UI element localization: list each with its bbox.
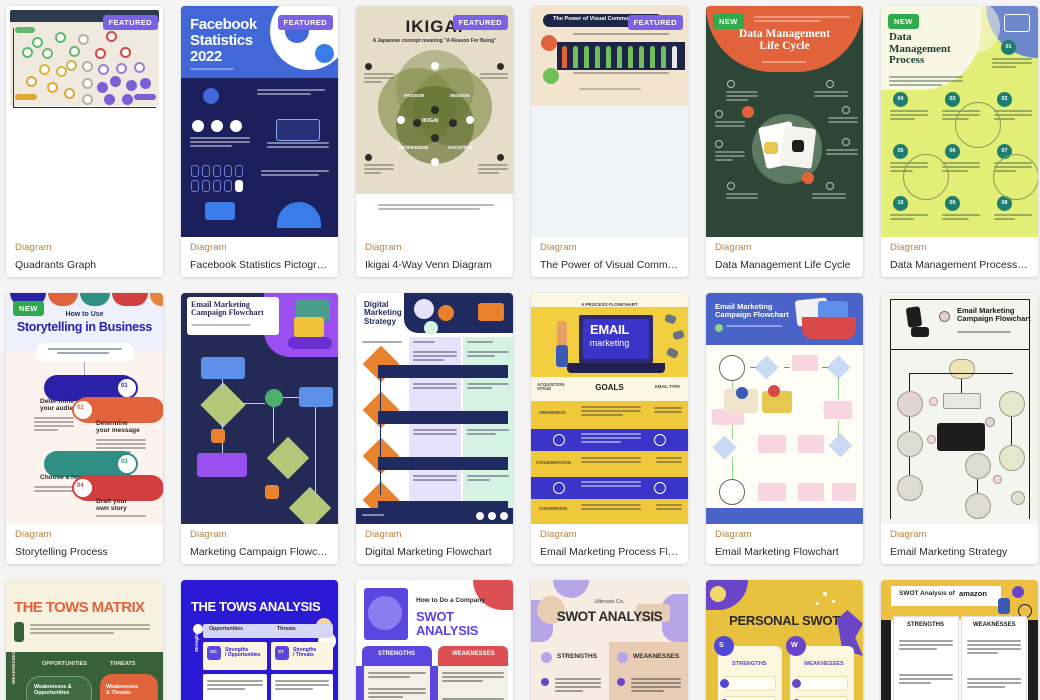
card-category[interactable]: Diagram (365, 528, 504, 542)
card-thumbnail[interactable]: A PROCESS FLOWCHART EMAIL marketing GOAL… (531, 293, 688, 524)
card-thumbnail[interactable]: Ultimate Co. SWOT ANALYSIS STRENGTHS WEA… (531, 580, 688, 700)
template-card[interactable]: Data Management Life Cycle NEW Diagram D… (706, 6, 863, 277)
template-card[interactable]: Email Marketing Campaign Flowchart Diagr… (181, 293, 338, 564)
card-meta: Diagram Ikigai 4-Way Venn Diagram (356, 237, 513, 277)
card-category[interactable]: Diagram (190, 241, 329, 255)
card-title[interactable]: Facebook Statistics Pictogram (190, 257, 329, 273)
card-thumbnail[interactable]: PERSONAL SWOT S W STRENGTHS WEAKNESSES (706, 580, 863, 700)
template-card[interactable]: How to Do a Company SWOT ANALYSIS STRENG… (356, 580, 513, 700)
template-card[interactable]: How to Use Storytelling in Business 01 D… (6, 293, 163, 564)
featured-badge: FEATURED (277, 15, 333, 30)
card-title[interactable]: Email Marketing Flowchart (715, 544, 854, 560)
card-thumbnail[interactable]: THE TOWS ANALYSIS Opportunities Threats … (181, 580, 338, 700)
card-meta: Diagram Data Management Life Cycle (706, 237, 863, 277)
card-title[interactable]: Email Marketing Strategy (890, 544, 1029, 560)
card-meta: Diagram Email Marketing Strategy (881, 524, 1038, 564)
card-meta: Diagram Storytelling Process (6, 524, 163, 564)
template-card[interactable]: Ultimate Co. SWOT ANALYSIS STRENGTHS WEA… (531, 580, 688, 700)
card-thumbnail[interactable]: Data Management Process 01 04 03 02 05 06 … (881, 6, 1038, 237)
card-category[interactable]: Diagram (540, 241, 679, 255)
card-category[interactable]: Diagram (890, 528, 1029, 542)
template-card[interactable]: THE TOWS MATRIX OPPORTUNITIES THREATS WE… (6, 580, 163, 700)
card-category[interactable]: Diagram (715, 528, 854, 542)
card-category[interactable]: Diagram (190, 528, 329, 542)
featured-badge: FEATURED (452, 15, 508, 30)
card-meta: Diagram Quadrants Graph (6, 237, 163, 277)
card-title[interactable]: Marketing Campaign Flowchart (190, 544, 329, 560)
card-meta: Diagram Facebook Statistics Pictogram (181, 237, 338, 277)
template-card[interactable]: Facebook Statistics 2022 FEATURED Diagra… (181, 6, 338, 277)
card-thumbnail[interactable]: SWOT Analysis of amazon STRENGTHS WEAKNE… (881, 580, 1038, 700)
card-thumbnail[interactable]: Email Marketing Campaign Flowchart (706, 293, 863, 524)
new-badge: NEW (888, 14, 919, 29)
card-thumbnail[interactable]: Facebook Statistics 2022 FEATURED (181, 6, 338, 237)
template-card[interactable]: THE TOWS ANALYSIS Opportunities Threats … (181, 580, 338, 700)
template-card[interactable]: A PROCESS FLOWCHART EMAIL marketing GOAL… (531, 293, 688, 564)
card-title[interactable]: Email Marketing Process Flowc… (540, 544, 679, 560)
card-category[interactable]: Diagram (715, 241, 854, 255)
card-thumbnail[interactable]: Email Marketing Campaign Flowchart (181, 293, 338, 524)
template-card[interactable]: FEATURED Diagram Quadrants Graph (6, 6, 163, 277)
card-thumbnail[interactable]: How to Use Storytelling in Business 01 D… (6, 293, 163, 524)
template-card[interactable]: The Power of Visual Communication FEATUR… (531, 6, 688, 277)
card-title[interactable]: Quadrants Graph (15, 257, 154, 273)
card-category[interactable]: Diagram (15, 241, 154, 255)
card-thumbnail[interactable]: The Power of Visual Communication FEATUR… (531, 6, 688, 237)
card-title[interactable]: Data Management Process Time… (890, 257, 1029, 273)
card-category[interactable]: Diagram (15, 528, 154, 542)
card-meta: Diagram Email Marketing Flowchart (706, 524, 863, 564)
template-card[interactable]: Email Marketing Campaign Flowchart Diagr… (706, 293, 863, 564)
card-title[interactable]: The Power of Visual Communica… (540, 257, 679, 273)
card-thumbnail[interactable]: IKIGAI A Japanese concept meaning "A Rea… (356, 6, 513, 237)
card-title[interactable]: Digital Marketing Flowchart (365, 544, 504, 560)
template-card[interactable]: Data Management Process 01 04 03 02 05 06 … (881, 6, 1038, 277)
card-meta: Diagram Digital Marketing Flowchart (356, 524, 513, 564)
card-category[interactable]: Diagram (890, 241, 1029, 255)
card-thumbnail[interactable]: How to Do a Company SWOT ANALYSIS STRENG… (356, 580, 513, 700)
template-card[interactable]: PERSONAL SWOT S W STRENGTHS WEAKNESSES (706, 580, 863, 700)
new-badge: NEW (13, 301, 44, 316)
featured-badge: FEATURED (102, 15, 158, 30)
card-title[interactable]: Ikigai 4-Way Venn Diagram (365, 257, 504, 273)
template-card[interactable]: IKIGAI A Japanese concept meaning "A Rea… (356, 6, 513, 277)
card-meta: Diagram The Power of Visual Communica… (531, 237, 688, 277)
template-card[interactable]: Digital Marketing Strategy Diagram Digit… (356, 293, 513, 564)
card-thumbnail[interactable]: Digital Marketing Strategy (356, 293, 513, 524)
new-badge: NEW (713, 14, 744, 29)
template-grid: FEATURED Diagram Quadrants Graph Faceboo… (6, 6, 1040, 700)
card-meta: Diagram Email Marketing Process Flowc… (531, 524, 688, 564)
card-thumbnail[interactable]: Email Marketing Campaign Flowchart (881, 293, 1038, 524)
template-card[interactable]: SWOT Analysis of amazon STRENGTHS WEAKNE… (881, 580, 1038, 700)
card-thumbnail[interactable]: FEATURED (6, 6, 163, 237)
card-title[interactable]: Data Management Life Cycle (715, 257, 854, 273)
featured-badge: FEATURED (627, 15, 683, 30)
card-meta: Diagram Marketing Campaign Flowchart (181, 524, 338, 564)
template-card[interactable]: Email Marketing Campaign Flowchart Diagr… (881, 293, 1038, 564)
card-thumbnail[interactable]: THE TOWS MATRIX OPPORTUNITIES THREATS WE… (6, 580, 163, 700)
card-category[interactable]: Diagram (540, 528, 679, 542)
card-meta: Diagram Data Management Process Time… (881, 237, 1038, 277)
card-thumbnail[interactable]: Data Management Life Cycle NEW (706, 6, 863, 237)
template-gallery: FEATURED Diagram Quadrants Graph Faceboo… (0, 0, 1040, 700)
card-title[interactable]: Storytelling Process (15, 544, 154, 560)
card-category[interactable]: Diagram (365, 241, 504, 255)
